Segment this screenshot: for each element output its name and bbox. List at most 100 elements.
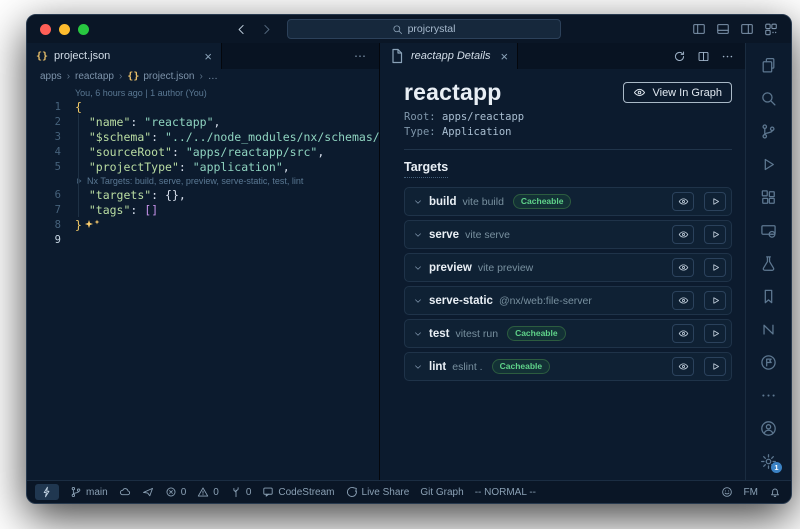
code-line-4[interactable]: 4 "sourceRoot": "apps/reactapp/src", (27, 144, 379, 159)
activity-bookmarks[interactable] (746, 280, 791, 313)
codelens[interactable]: You, 6 hours ago | 1 author (You) (27, 86, 379, 99)
target-row-test[interactable]: testvitest runCacheable (404, 319, 732, 348)
more-actions-icon[interactable] (721, 50, 734, 63)
code-line-6[interactable]: 6 "targets": {}, (27, 187, 379, 202)
breadcrumb-item-…[interactable]: … (208, 71, 218, 82)
chevron-down-icon[interactable] (413, 296, 423, 306)
activity-account[interactable] (746, 412, 791, 445)
status-todo-tree[interactable]: 0 (230, 486, 252, 498)
breadcrumb-item-reactapp[interactable]: reactapp (75, 71, 114, 82)
target-run-button[interactable] (704, 291, 726, 310)
activity-more-views[interactable] (746, 379, 791, 412)
type-label: Type: (404, 126, 436, 138)
line-number: 9 (27, 234, 61, 246)
target-name: serve (429, 229, 459, 241)
activity-settings[interactable]: 1 (746, 445, 791, 478)
activity-explorer[interactable] (746, 49, 791, 82)
status-nx-cloud[interactable] (142, 486, 154, 498)
target-view-button[interactable] (672, 291, 694, 310)
back-icon[interactable] (235, 23, 248, 36)
status-notifications[interactable] (769, 486, 781, 498)
chevron-down-icon[interactable] (413, 263, 423, 273)
chevron-down-icon[interactable] (413, 329, 423, 339)
zoom-window-button[interactable] (78, 24, 89, 35)
toggle-primary-sidebar-icon[interactable] (692, 22, 706, 36)
command-center[interactable]: projcrystal (287, 19, 561, 39)
breadcrumb-item-project.json[interactable]: {}project.json (127, 71, 194, 82)
target-run-button[interactable] (704, 192, 726, 211)
target-view-button[interactable] (672, 192, 694, 211)
activity-extensions[interactable] (746, 181, 791, 214)
code-line-1[interactable]: 1{ (27, 99, 379, 114)
status-problems-errors[interactable]: 0 (165, 486, 187, 498)
code-line-3[interactable]: 3 "$schema": "../../node_modules/nx/sche… (27, 129, 379, 144)
chevron-down-icon[interactable] (413, 197, 423, 207)
target-row-lint[interactable]: linteslint .Cacheable (404, 352, 732, 381)
bookmark-icon (760, 288, 777, 305)
tab-reactapp-details[interactable]: reactapp Details × (380, 43, 518, 69)
target-view-button[interactable] (672, 357, 694, 376)
target-row-serve-static[interactable]: serve-static@nx/web:file-server (404, 286, 732, 315)
status-feedback[interactable] (721, 486, 733, 498)
target-run-button[interactable] (704, 258, 726, 277)
tab-project-json[interactable]: {} project.json × (27, 43, 222, 69)
tab-overflow-button[interactable]: ⋯ (342, 43, 379, 69)
toggle-secondary-sidebar-icon[interactable] (740, 22, 754, 36)
activity-run-debug[interactable] (746, 148, 791, 181)
target-row-build[interactable]: buildvite buildCacheable (404, 187, 732, 216)
target-run-button[interactable] (704, 225, 726, 244)
breadcrumb-label: project.json (143, 71, 194, 82)
code-line-9[interactable]: 9 (27, 232, 379, 247)
activity-testing[interactable] (746, 247, 791, 280)
refresh-icon[interactable] (673, 50, 686, 63)
status-codestream[interactable]: CodeStream (262, 486, 334, 498)
close-tab-icon[interactable]: × (204, 49, 212, 64)
toggle-panel-icon[interactable] (716, 22, 730, 36)
activity-remote-explorer[interactable] (746, 214, 791, 247)
activity-nx-console[interactable] (746, 313, 791, 346)
status-format[interactable]: FM (744, 487, 758, 498)
forward-icon[interactable] (260, 23, 273, 36)
target-view-button[interactable] (672, 225, 694, 244)
eye-icon (678, 229, 689, 240)
status-live-share[interactable]: Live Share (346, 486, 410, 498)
extensions-icon (760, 189, 777, 206)
code-line-5[interactable]: 5 "projectType": "application", (27, 159, 379, 174)
view-in-graph-button[interactable]: View In Graph (623, 82, 732, 103)
activity-source-control[interactable] (746, 115, 791, 148)
search-icon (392, 24, 403, 35)
customize-layout-icon[interactable] (764, 22, 778, 36)
code-text: "$schema": "../../node_modules/nx/schema… (75, 130, 379, 144)
split-editor-icon[interactable] (697, 50, 710, 63)
status-git-branch[interactable]: main (70, 486, 108, 498)
target-view-button[interactable] (672, 324, 694, 343)
cacheable-badge: Cacheable (513, 194, 572, 209)
status-sync-cloud[interactable] (119, 486, 131, 498)
code-editor[interactable]: You, 6 hours ago | 1 author (You)1{2 "na… (27, 84, 379, 480)
breadcrumb-item-apps[interactable]: apps (40, 71, 62, 82)
chevron-down-icon[interactable] (413, 362, 423, 372)
bell-icon (769, 486, 781, 498)
status-remote-indicator[interactable] (35, 484, 59, 500)
window-controls (27, 24, 103, 35)
code-line-7[interactable]: 7 "tags": [] (27, 202, 379, 217)
activity-flag-view[interactable] (746, 346, 791, 379)
target-view-button[interactable] (672, 258, 694, 277)
line-number: 3 (27, 131, 61, 143)
target-run-button[interactable] (704, 357, 726, 376)
codelens[interactable]: Nx Targets: build, serve, preview, serve… (27, 174, 379, 187)
close-tab-icon[interactable]: × (501, 49, 509, 64)
close-window-button[interactable] (40, 24, 51, 35)
code-line-8[interactable]: 8} (27, 217, 379, 232)
settings-badge: 1 (771, 462, 782, 473)
target-row-serve[interactable]: servevite serve (404, 220, 732, 249)
target-run-button[interactable] (704, 324, 726, 343)
code-line-2[interactable]: 2 "name": "reactapp", (27, 114, 379, 129)
chevron-down-icon[interactable] (413, 230, 423, 240)
target-row-preview[interactable]: previewvite preview (404, 253, 732, 282)
minimize-window-button[interactable] (59, 24, 70, 35)
status-git-graph[interactable]: Git Graph (420, 487, 463, 498)
activity-search[interactable] (746, 82, 791, 115)
status-vim-mode[interactable]: -- NORMAL -- (475, 487, 536, 498)
status-problems-warnings[interactable]: 0 (197, 486, 219, 498)
